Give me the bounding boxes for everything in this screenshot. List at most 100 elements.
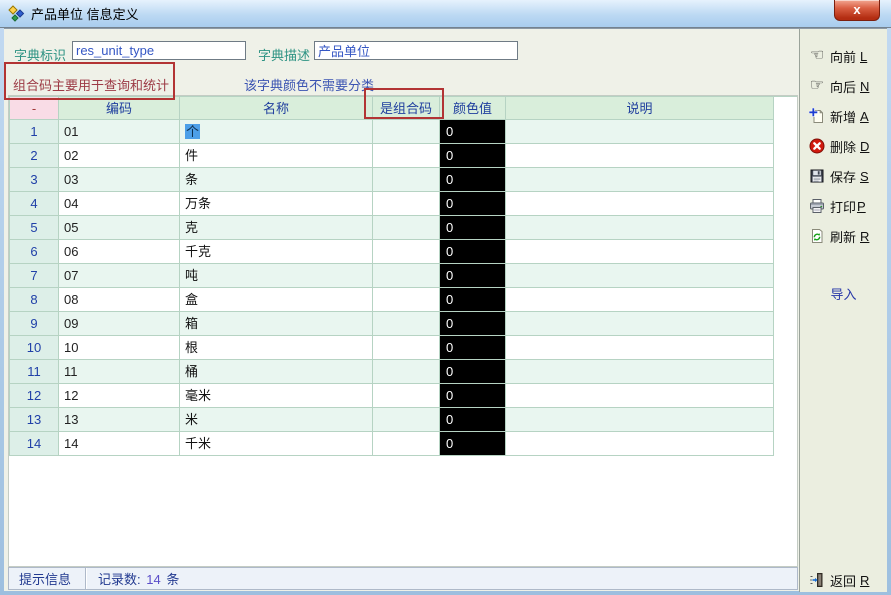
cell-rownum[interactable]: 1 [9,120,59,144]
cell-color[interactable]: 0 [440,384,506,408]
cell-name[interactable]: 根 [180,336,373,360]
cell-code[interactable]: 02 [59,144,180,168]
cell-combo[interactable] [373,408,440,432]
cell-code[interactable]: 05 [59,216,180,240]
cell-rownum[interactable]: 9 [9,312,59,336]
cell-rownum[interactable]: 12 [9,384,59,408]
cell-combo[interactable] [373,336,440,360]
cell-code[interactable]: 10 [59,336,180,360]
import-link[interactable]: 导入 [800,284,887,303]
cell-name[interactable]: 克 [180,216,373,240]
refresh-button[interactable]: 刷新R [808,226,869,246]
cell-rownum[interactable]: 2 [9,144,59,168]
cell-name[interactable]: 盒 [180,288,373,312]
cell-desc[interactable] [506,360,774,384]
cell-name[interactable]: 条 [180,168,373,192]
cell-code[interactable]: 13 [59,408,180,432]
cell-color[interactable]: 0 [440,120,506,144]
cell-desc[interactable] [506,216,774,240]
cell-code[interactable]: 06 [59,240,180,264]
cell-desc[interactable] [506,144,774,168]
cell-code[interactable]: 09 [59,312,180,336]
cell-rownum[interactable]: 3 [9,168,59,192]
cell-rownum[interactable]: 6 [9,240,59,264]
cell-desc[interactable] [506,240,774,264]
cell-name[interactable]: 个 [180,120,373,144]
cell-combo[interactable] [373,312,440,336]
cell-rownum[interactable]: 14 [9,432,59,456]
cell-code[interactable]: 01 [59,120,180,144]
cell-color[interactable]: 0 [440,240,506,264]
cell-desc[interactable] [506,336,774,360]
cell-name[interactable]: 毫米 [180,384,373,408]
cell-color[interactable]: 0 [440,360,506,384]
cell-desc[interactable] [506,192,774,216]
cell-desc[interactable] [506,288,774,312]
cell-desc[interactable] [506,264,774,288]
print-button[interactable]: 打印P [808,196,866,216]
cell-color[interactable]: 0 [440,216,506,240]
cell-desc[interactable] [506,312,774,336]
delete-button[interactable]: 删除D [808,136,869,156]
cell-combo[interactable] [373,384,440,408]
add-button[interactable]: 新增A [808,106,869,126]
cell-desc[interactable] [506,408,774,432]
cell-combo[interactable] [373,264,440,288]
table-row: 12 12 毫米 0 [9,384,797,408]
cell-color[interactable]: 0 [440,336,506,360]
cell-combo[interactable] [373,192,440,216]
cell-name[interactable]: 万条 [180,192,373,216]
cell-code[interactable]: 04 [59,192,180,216]
cell-code[interactable]: 11 [59,360,180,384]
cell-name[interactable]: 件 [180,144,373,168]
cell-combo[interactable] [373,120,440,144]
cell-rownum[interactable]: 13 [9,408,59,432]
dict-desc-input[interactable] [314,41,518,60]
cell-color[interactable]: 0 [440,264,506,288]
cell-name[interactable]: 千克 [180,240,373,264]
cell-combo[interactable] [373,168,440,192]
cell-name[interactable]: 吨 [180,264,373,288]
cell-combo[interactable] [373,288,440,312]
cell-code[interactable]: 12 [59,384,180,408]
cell-desc[interactable] [506,384,774,408]
cell-combo[interactable] [373,240,440,264]
cell-code[interactable]: 14 [59,432,180,456]
cell-color[interactable]: 0 [440,408,506,432]
cell-rownum[interactable]: 5 [9,216,59,240]
cell-name[interactable]: 千米 [180,432,373,456]
record-count-unit: 条 [166,572,179,587]
cell-rownum[interactable]: 4 [9,192,59,216]
button-label: 向前 [830,47,856,66]
save-button[interactable]: 保存S [808,166,869,186]
cell-combo[interactable] [373,144,440,168]
cell-name[interactable]: 米 [180,408,373,432]
cell-code[interactable]: 08 [59,288,180,312]
cell-rownum[interactable]: 10 [9,336,59,360]
cell-combo[interactable] [373,216,440,240]
next-button[interactable]: ☞ 向后N [808,76,869,96]
cell-color[interactable]: 0 [440,144,506,168]
cell-color[interactable]: 0 [440,288,506,312]
cell-color[interactable]: 0 [440,312,506,336]
cell-rownum[interactable]: 8 [9,288,59,312]
dict-id-input[interactable] [72,41,246,60]
close-button[interactable]: x [834,0,880,21]
cell-color[interactable]: 0 [440,432,506,456]
cell-color[interactable]: 0 [440,192,506,216]
cell-rownum[interactable]: 7 [9,264,59,288]
cell-desc[interactable] [506,432,774,456]
cell-combo[interactable] [373,432,440,456]
cell-color[interactable]: 0 [440,168,506,192]
cell-combo[interactable] [373,360,440,384]
cell-desc[interactable] [506,120,774,144]
table-row: 1 01 个 0 [9,120,797,144]
back-button[interactable]: 返回R [808,570,869,590]
prev-button[interactable]: ☜ 向前L [808,46,867,66]
cell-rownum[interactable]: 11 [9,360,59,384]
cell-name[interactable]: 箱 [180,312,373,336]
cell-code[interactable]: 07 [59,264,180,288]
cell-code[interactable]: 03 [59,168,180,192]
cell-desc[interactable] [506,168,774,192]
cell-name[interactable]: 桶 [180,360,373,384]
